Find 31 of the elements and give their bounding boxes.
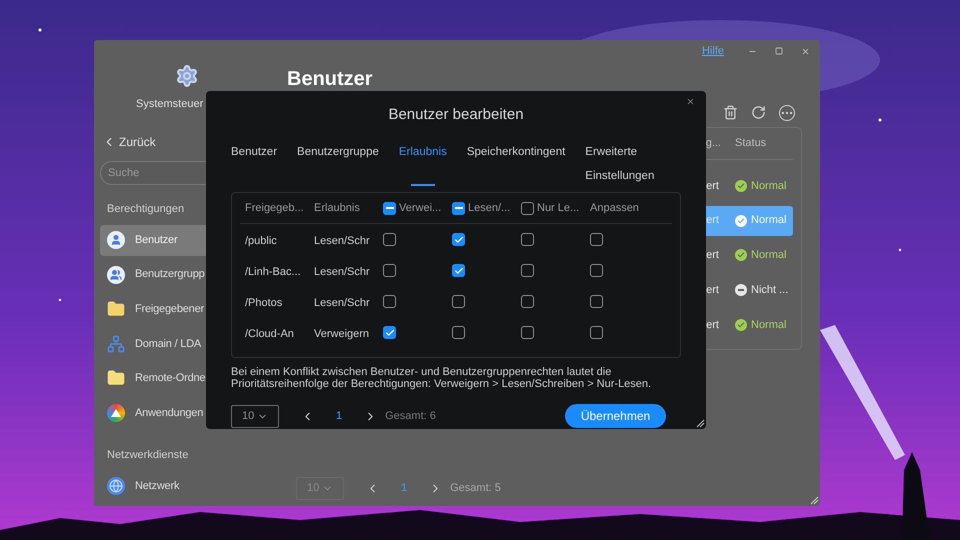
- status-text: Normal: [751, 178, 786, 194]
- table-cell: Lesen/Schr: [314, 266, 370, 278]
- status-text: Nicht ...: [751, 282, 788, 298]
- table-cell-text: ert: [705, 318, 719, 332]
- table-cell: /Cloud-An: [245, 328, 294, 340]
- table-cell-text: ert: [705, 213, 719, 228]
- total-count: Gesamt: 5: [450, 481, 501, 496]
- status-text: Normal: [751, 248, 786, 264]
- column-header: Status: [735, 136, 766, 152]
- column-header: Freigegeb...: [245, 200, 304, 216]
- status-text: Normal: [751, 213, 786, 228]
- table-cell: Lesen/Schr: [314, 296, 370, 308]
- table-cell: /Linh-Bac...: [245, 266, 301, 278]
- table-cell-text: ert: [705, 248, 719, 264]
- table-cell: Verweigern: [314, 328, 370, 340]
- table-cell-text: ert: [705, 282, 719, 298]
- column-header: Nur Le...: [537, 200, 580, 216]
- column-header: Lesen/...: [468, 200, 510, 216]
- status-text: Normal: [751, 318, 786, 332]
- section-header: Netzwerkdienste: [106, 448, 190, 464]
- table-cell-text: ert: [705, 178, 719, 194]
- conflict-note: Bei einem Konflikt zwischen Benutzer- und Benutzergruppenrechten lautet die Prioritätsreihenfolge der Berechtigungen: Verweigern > Lesen/Schreiben > Nur-Lesen.: [231, 366, 652, 390]
- app-title: Systemsteuer: [136, 98, 204, 110]
- column-header: Verwei...: [399, 200, 442, 216]
- table-cell: Lesen/Schr: [314, 234, 370, 246]
- table-cell: /Photos: [245, 296, 282, 308]
- dialog-title: Benutzer bearbeiten: [387, 106, 525, 124]
- column-header: Anpassen: [590, 200, 639, 216]
- page-title: Benutzer: [287, 67, 374, 91]
- total-count: Gesamt: 6: [385, 408, 436, 424]
- column-header: Erlaubnis: [314, 200, 360, 216]
